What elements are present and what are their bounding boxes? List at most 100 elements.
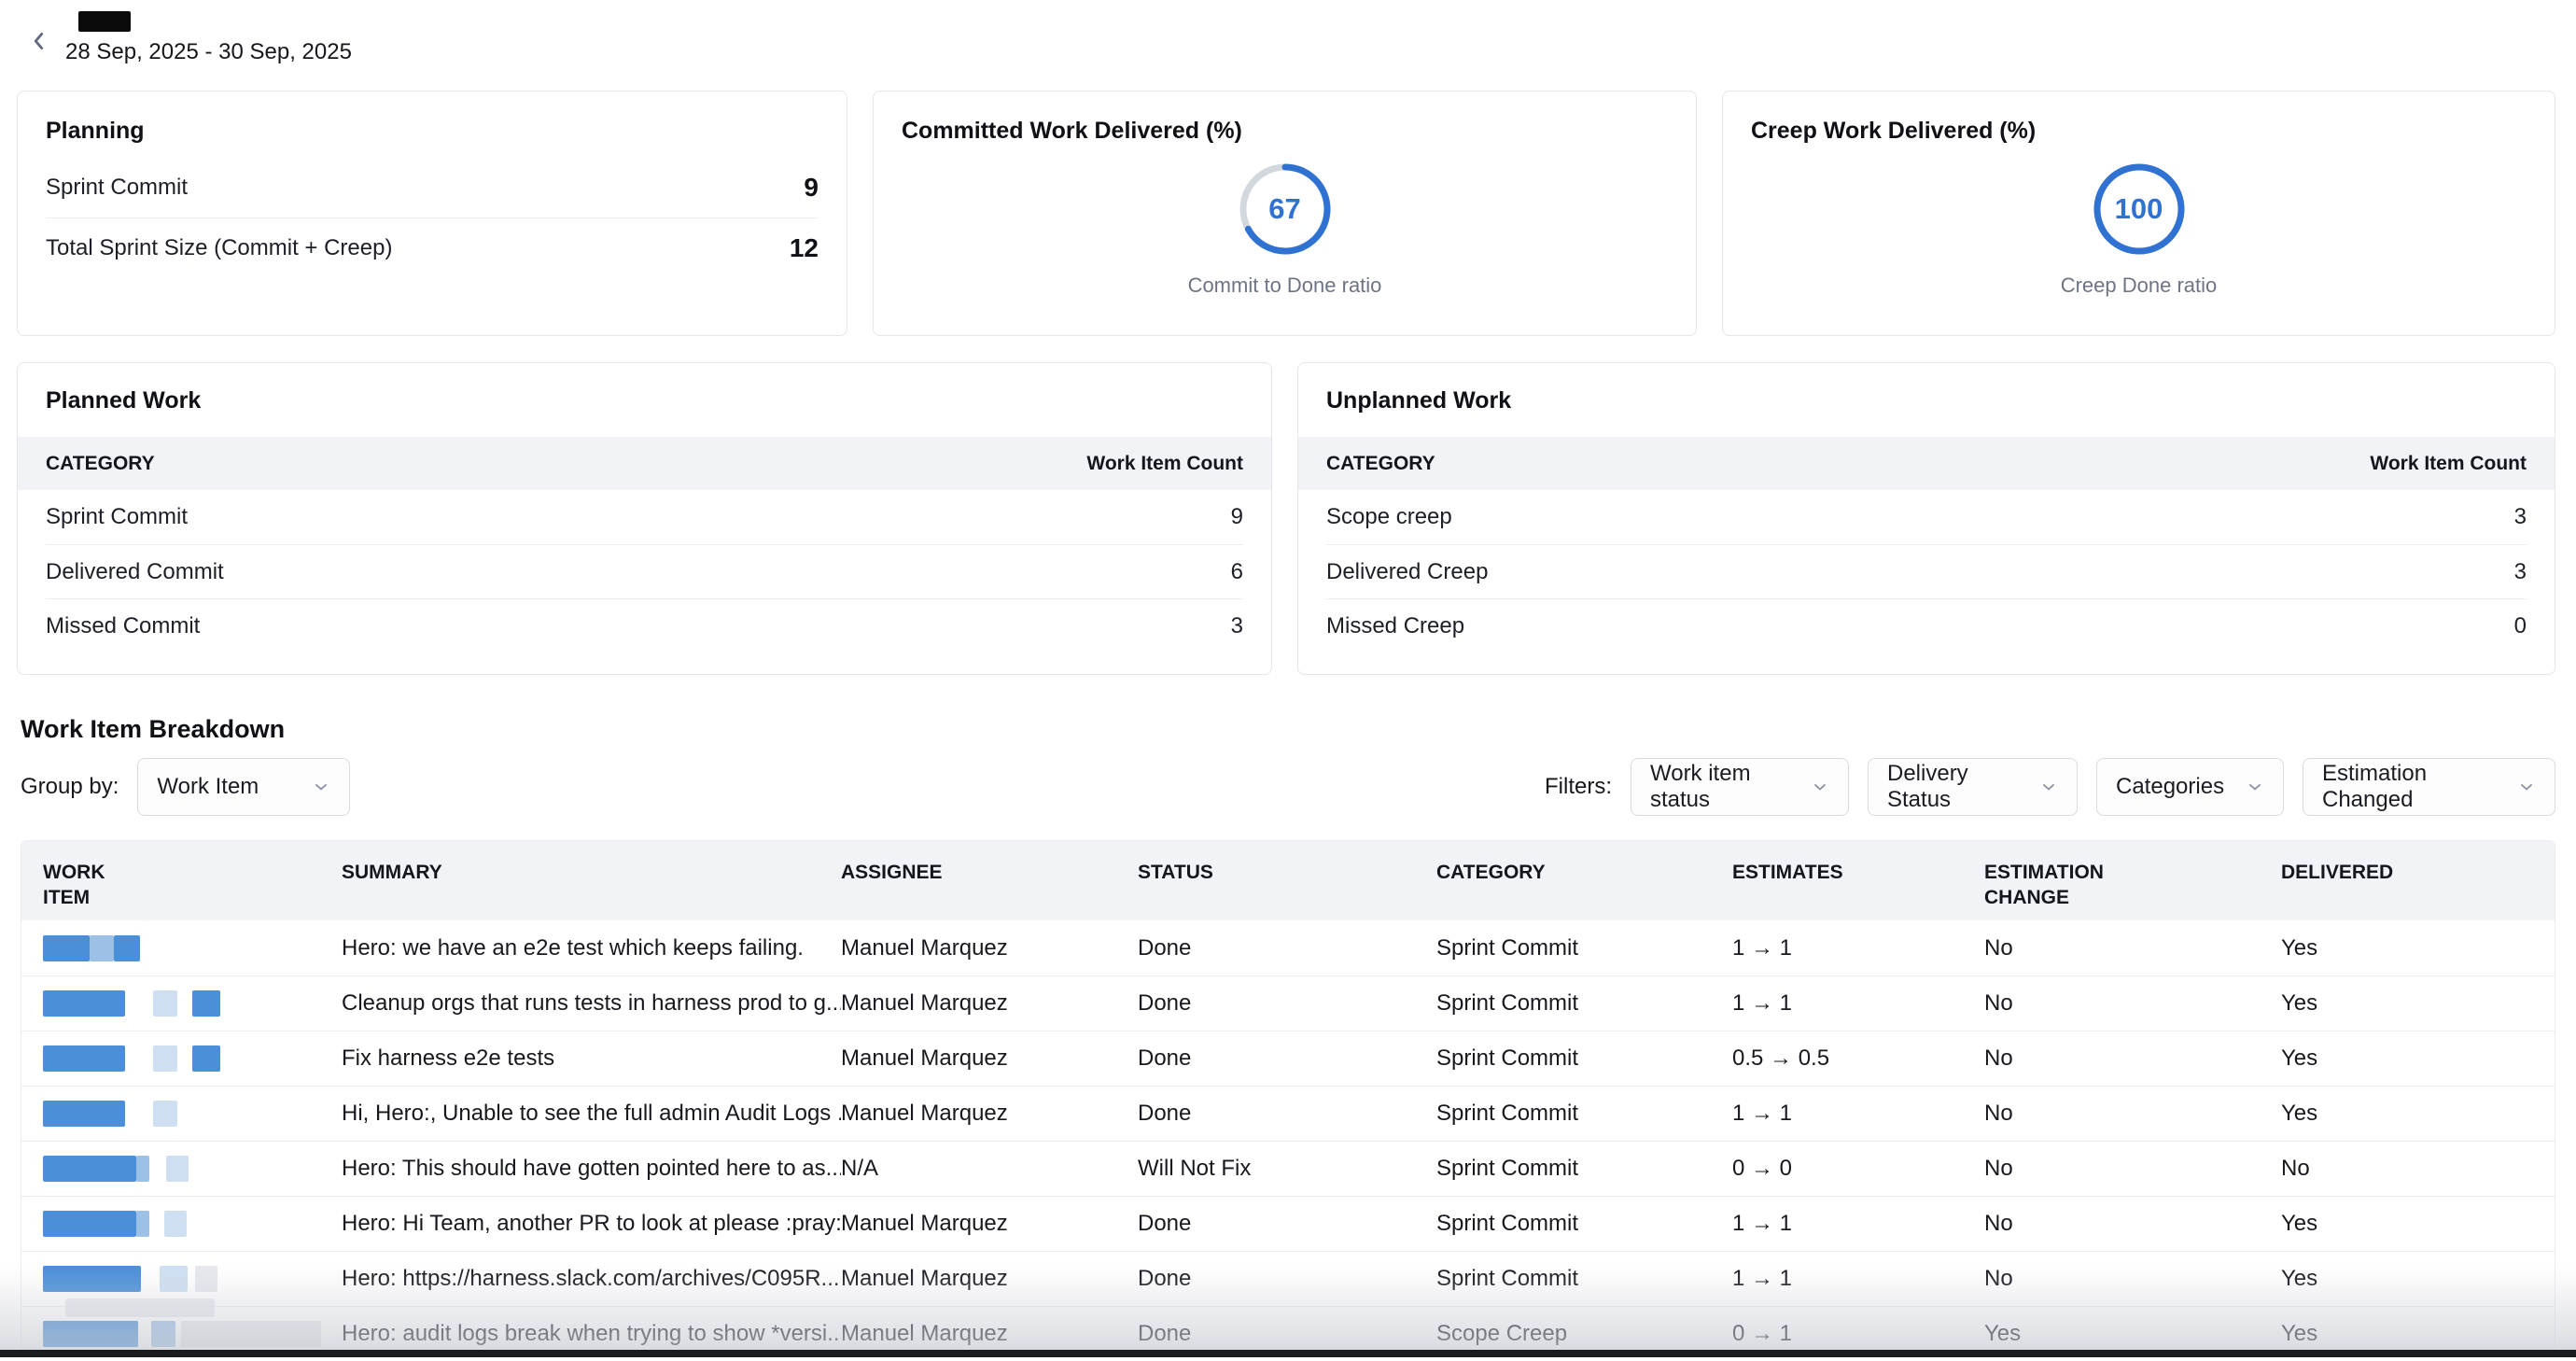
planning-card-title: Planning: [46, 118, 819, 145]
redaction-block: [192, 1045, 220, 1072]
work-item-link-redacted[interactable]: [43, 1211, 342, 1237]
work-item-link-redacted[interactable]: [43, 1266, 342, 1292]
table-row: Missed Commit 3: [46, 598, 1243, 652]
report-title-redacted: [78, 11, 131, 32]
work-item-breakdown-table: WORK ITEMSUMMARYASSIGNEESTATUSCATEGORYES…: [21, 840, 2555, 1357]
redaction-block: [43, 990, 125, 1017]
column-header-label: WORK ITEM: [43, 860, 118, 910]
committed-caption: Commit to Done ratio: [1188, 274, 1382, 298]
estimates-cell: 1 → 1: [1732, 935, 1984, 961]
redaction-block: [195, 1266, 217, 1292]
summary-cell: Hero: Hi Team, another PR to look at ple…: [342, 1211, 841, 1237]
count-cell: 9: [1231, 504, 1243, 530]
chevron-left-icon: [27, 29, 51, 53]
work-item-link-redacted[interactable]: [43, 1156, 342, 1182]
work-item-link-redacted[interactable]: [43, 1101, 342, 1127]
assignee-cell: N/A: [841, 1156, 1138, 1182]
planning-stats: Sprint Commit 9 Total Sprint Size (Commi…: [46, 158, 819, 277]
delivered-cell: Yes: [2281, 1211, 2533, 1237]
chevron-down-icon: [1811, 778, 1829, 796]
redaction-block: [43, 1321, 138, 1347]
assignee-cell: Manuel Marquez: [841, 990, 1138, 1017]
redaction-block: [164, 1211, 187, 1237]
summary-cell: Hero: audit logs break when trying to sh…: [342, 1321, 841, 1347]
redaction-block: [181, 1321, 321, 1347]
column-header-label: DELIVERED: [2281, 862, 2393, 883]
delivered-cell: Yes: [2281, 935, 2533, 961]
status-cell: Done: [1138, 1045, 1436, 1072]
filter-selected-value: Work item status: [1650, 761, 1796, 813]
category-column-header: CATEGORY: [46, 453, 155, 475]
column-header-label: CATEGORY: [1436, 862, 1546, 883]
group-by-selected-value: Work Item: [157, 774, 259, 800]
filter-select-work-item-status[interactable]: Work item status: [1631, 758, 1849, 816]
bottom-edge-bar: [0, 1350, 2576, 1357]
estimation-change-cell: No: [1984, 935, 2281, 961]
stat-value: 9: [804, 173, 819, 203]
count-cell: 6: [1231, 559, 1243, 585]
summary-cell: Hi, Hero:, Unable to see the full admin …: [342, 1101, 841, 1127]
group-by-control: Group by: Work Item: [21, 758, 350, 816]
category-cell: Sprint Commit: [1436, 1156, 1732, 1182]
count-cell: 3: [1231, 613, 1243, 639]
category-cell: Missed Commit: [46, 613, 200, 639]
redaction-block: [90, 935, 114, 961]
category-cell: Scope creep: [1326, 504, 1452, 530]
work-item-link-redacted[interactable]: [43, 935, 342, 961]
redaction-block: [160, 1266, 188, 1292]
redaction-block: [114, 935, 140, 961]
work-item-link-redacted[interactable]: [43, 1045, 342, 1072]
status-cell: Done: [1138, 1211, 1436, 1237]
back-button[interactable]: [22, 24, 56, 58]
creep-donut-chart: 100: [2088, 158, 2191, 260]
column-header-status: STATUS: [1138, 860, 1436, 885]
filter-select-estimation-changed[interactable]: Estimation Changed: [2303, 758, 2555, 816]
filter-select-categories[interactable]: Categories: [2096, 758, 2284, 816]
estimation-change-cell: No: [1984, 1211, 2281, 1237]
assignee-cell: Manuel Marquez: [841, 1321, 1138, 1347]
table-row: Hero: https://harness.slack.com/archives…: [21, 1251, 2555, 1306]
estimation-change-cell: No: [1984, 990, 2281, 1017]
category-cell: Sprint Commit: [1436, 1266, 1732, 1292]
committed-percentage-value: 67: [1234, 158, 1337, 260]
chevron-down-icon: [2039, 778, 2058, 796]
assignee-cell: Manuel Marquez: [841, 935, 1138, 961]
estimation-change-cell: No: [1984, 1156, 2281, 1182]
filters-group: Filters: Work item statusDelivery Status…: [1545, 758, 2555, 816]
redaction-block: [43, 935, 90, 961]
column-header-assignee: ASSIGNEE: [841, 860, 1138, 885]
table-row: Fix harness e2e testsManuel MarquezDoneS…: [21, 1031, 2555, 1086]
category-cell: Missed Creep: [1326, 613, 1464, 639]
unplanned-work-card: Unplanned Work CATEGORY Work Item Count …: [1297, 362, 2555, 675]
table-row: Cleanup orgs that runs tests in harness …: [21, 975, 2555, 1031]
column-header-label: STATUS: [1138, 862, 1213, 883]
planning-card: Planning Sprint Commit 9 Total Sprint Si…: [17, 91, 847, 336]
assignee-cell: Manuel Marquez: [841, 1266, 1138, 1292]
stat-value: 12: [790, 233, 819, 263]
assignee-cell: Manuel Marquez: [841, 1101, 1138, 1127]
work-item-link-redacted[interactable]: [43, 990, 342, 1017]
redaction-block: [43, 1101, 125, 1127]
count-column-header: Work Item Count: [2370, 453, 2527, 475]
column-header-estimates: ESTIMATES: [1732, 860, 1984, 885]
planned-work-title: Planned Work: [46, 387, 1243, 414]
sprint-date-range: 28 Sep, 2025 - 30 Sep, 2025: [65, 39, 352, 65]
chevron-down-icon: [312, 778, 330, 796]
planned-work-table-header: CATEGORY Work Item Count: [18, 437, 1271, 490]
filter-select-delivery-status[interactable]: Delivery Status: [1868, 758, 2078, 816]
redaction-block: [43, 1266, 141, 1292]
summary-cell: Hero: https://harness.slack.com/archives…: [342, 1266, 841, 1292]
group-by-select[interactable]: Work Item: [137, 758, 350, 816]
table-row: Hero: This should have gotten pointed he…: [21, 1141, 2555, 1196]
category-cell: Sprint Commit: [1436, 935, 1732, 961]
table-row: Sprint Commit 9: [46, 490, 1243, 544]
category-cell: Sprint Commit: [46, 504, 188, 530]
redaction-block: [153, 990, 177, 1017]
redacted-subtext-block: [65, 1298, 215, 1317]
table-row: Hero: Hi Team, another PR to look at ple…: [21, 1196, 2555, 1251]
estimation-change-cell: Yes: [1984, 1321, 2281, 1347]
status-cell: Done: [1138, 1101, 1436, 1127]
status-cell: Done: [1138, 935, 1436, 961]
summary-cell: Hero: This should have gotten pointed he…: [342, 1156, 841, 1182]
work-item-link-redacted[interactable]: [43, 1321, 342, 1347]
